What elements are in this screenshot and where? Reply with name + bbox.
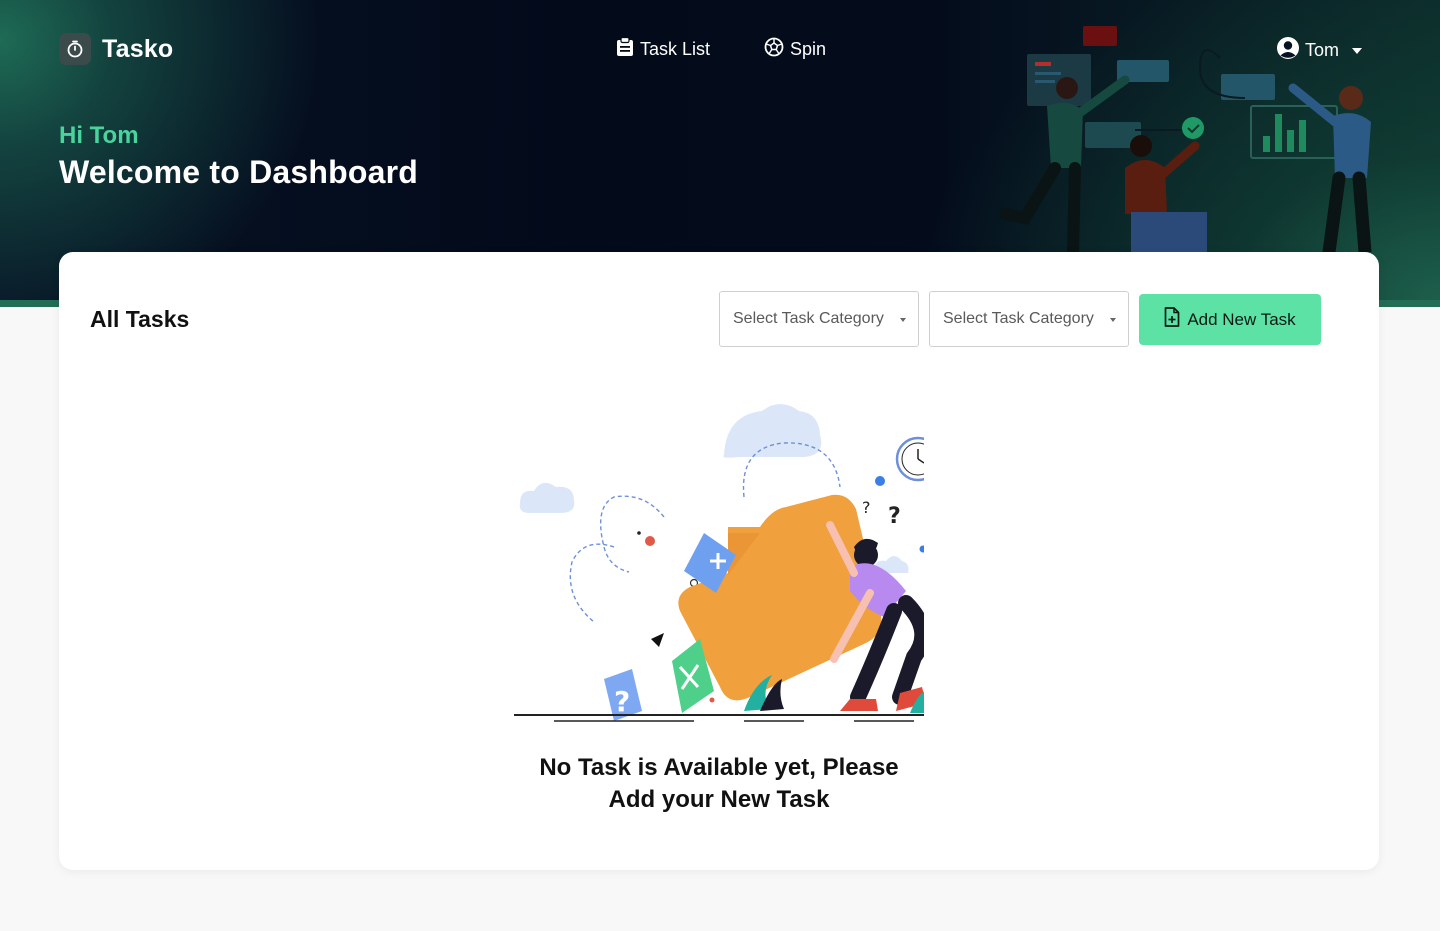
svg-text:?: ? (888, 504, 901, 529)
nav-task-list-label: Task List (640, 39, 711, 59)
empty-state-line-2: Add your New Task (608, 786, 830, 813)
caret-down-icon (900, 318, 906, 322)
tasks-title: All Tasks (90, 306, 190, 332)
file-plus-icon (1164, 307, 1180, 332)
app-logo[interactable]: Tasko (59, 33, 173, 65)
task-category-select-1[interactable]: Select Task Category (719, 291, 919, 347)
greeting-text: Hi Tom (59, 122, 139, 149)
task-category-select-2[interactable]: Select Task Category (929, 291, 1129, 347)
empty-state-message: No Task is Available yet, Please Add you… (489, 752, 949, 816)
add-new-task-button[interactable]: Add New Task (1139, 294, 1321, 345)
nav-spin-label: Spin (790, 39, 827, 59)
svg-text:?: ? (614, 685, 630, 718)
nav-task-list[interactable]: Task List (616, 36, 711, 62)
chevron-down-icon (1352, 47, 1363, 54)
empty-state-illustration: ? ? ? (514, 397, 963, 732)
user-menu[interactable]: Tom (1276, 36, 1363, 65)
app-name: Tasko (102, 34, 174, 63)
add-new-task-label: Add New Task (1187, 309, 1296, 329)
stopwatch-icon (59, 33, 91, 65)
page-title: Welcome to Dashboard (59, 154, 419, 190)
empty-state-line-1: No Task is Available yet, Please (539, 754, 899, 781)
task-category-select-1-label: Select Task Category (733, 310, 884, 327)
task-category-select-2-label: Select Task Category (943, 310, 1094, 327)
caret-down-icon (1110, 318, 1116, 322)
user-name: Tom (1305, 40, 1340, 60)
user-circle-icon (1276, 36, 1300, 65)
tasks-card: All Tasks Select Task Category Select Ta… (59, 252, 1379, 870)
svg-text:?: ? (862, 498, 871, 517)
soccer-ball-icon (764, 37, 784, 62)
nav-spin[interactable]: Spin (764, 37, 826, 62)
clipboard-icon (616, 36, 634, 62)
